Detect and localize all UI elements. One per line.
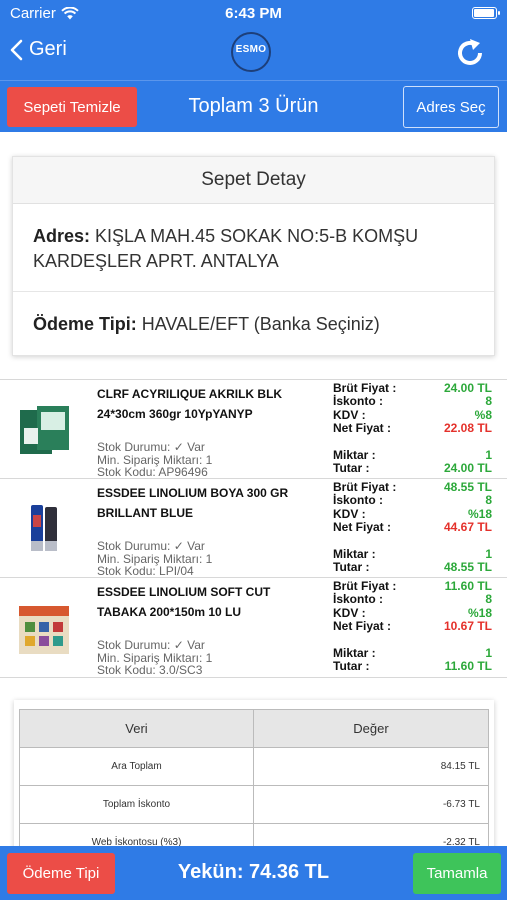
esmo-logo: ESMO xyxy=(226,29,276,75)
price-block: Brüt Fiyat :24.00 TL İskonto :8 KDV : %8 … xyxy=(333,381,492,476)
kdv-value: %18 xyxy=(467,506,492,521)
gross-price: 11.60 TL xyxy=(444,579,492,593)
product-name: ESSDEE LINOLIUM SOFT CUT TABAKA 200*150m… xyxy=(97,585,271,619)
kdv-value: %8 xyxy=(474,407,492,422)
cart-item[interactable]: ESSDEE LINOLIUM BOYA 300 GR BRILLANT BLU… xyxy=(0,478,507,578)
gross-price: 24.00 TL xyxy=(443,381,492,395)
discount-value: 8 xyxy=(485,493,492,508)
clear-cart-button[interactable]: Sepeti Temizle xyxy=(7,87,137,127)
stock-code: Stok Kodu: 3.0/SC3 xyxy=(97,663,203,677)
gross-price: 48.55 TL xyxy=(443,480,492,494)
address-value: KIŞLA MAH.45 SOKAK NO:5-B KOMŞU KARDEŞLE… xyxy=(33,226,419,271)
checkout-bar: Ödeme Tipi Yekün: 74.36 TL Tamamla xyxy=(0,846,507,900)
refresh-button[interactable] xyxy=(453,37,487,69)
net-price: 10.67 TL xyxy=(443,619,492,634)
total-key: Toplam İskonto xyxy=(19,785,254,824)
amount-label: Tutar : xyxy=(333,461,370,476)
product-meta: Stok Durumu: ✓ Var Min. Sipariş Miktarı:… xyxy=(97,639,212,677)
quantity-value: 1 xyxy=(485,646,492,661)
totals-card: Veri Değer Ara Toplam 84.15 TL Toplam İs… xyxy=(14,700,494,860)
net-price-label: Net Fiyat : xyxy=(333,421,392,436)
discount-value: 8 xyxy=(485,394,492,409)
list-divider xyxy=(0,677,507,678)
cart-item-count: Toplam 3 Ürün xyxy=(188,95,319,117)
total-key: Ara Toplam xyxy=(19,747,254,786)
totals-table: Veri Değer Ara Toplam 84.15 TL Toplam İs… xyxy=(19,709,489,860)
totals-header-row: Veri Değer xyxy=(19,709,489,748)
stock-code: Stok Kodu: LPI/04 xyxy=(97,564,194,578)
table-row: Ara Toplam 84.15 TL xyxy=(19,747,489,786)
net-price: 22.08 TL xyxy=(443,421,492,436)
net-price-label: Net Fiyat : xyxy=(333,619,392,634)
battery-icon xyxy=(472,7,500,19)
kdv-label: KDV : xyxy=(333,407,366,422)
status-bar: Carrier 6:43 PM xyxy=(0,0,507,28)
net-price: 44.67 TL xyxy=(443,520,492,535)
payment-type-value: HAVALE/EFT (Banka Seçiniz) xyxy=(141,314,380,334)
payment-type-row[interactable]: Ödeme Tipi: HAVALE/EFT (Banka Seçiniz) xyxy=(13,292,494,337)
chevron-left-icon xyxy=(10,39,23,60)
column-header-key: Veri xyxy=(19,709,254,748)
price-block: Brüt Fiyat :48.55 TL İskonto :8 KDV : %18… xyxy=(333,480,492,575)
stock-status: Stok Durumu: ✓ Var xyxy=(97,539,205,553)
status-time: 6:43 PM xyxy=(225,5,282,22)
product-name: ESSDEE LINOLIUM BOYA 300 GR BRILLANT BLU… xyxy=(97,486,289,520)
total-value: -6.73 TL xyxy=(253,785,489,824)
stock-code: Stok Kodu: AP96496 xyxy=(97,465,208,479)
stock-status: Stok Durumu: ✓ Var xyxy=(97,638,205,652)
cart-action-bar: Sepeti Temizle Toplam 3 Ürün Adres Seç xyxy=(0,80,507,132)
table-row: Toplam İskonto -6.73 TL xyxy=(19,785,489,824)
back-label: Geri xyxy=(29,38,67,60)
kdv-label: KDV : xyxy=(333,506,366,521)
amount-label: Tutar : xyxy=(333,659,370,674)
logo-text: ESMO xyxy=(235,44,267,55)
grand-total: Yekün: 74.36 TL xyxy=(177,861,330,883)
amount-label: Tutar : xyxy=(333,560,370,575)
product-meta: Stok Durumu: ✓ Var Min. Sipariş Miktarı:… xyxy=(97,540,212,578)
product-image xyxy=(19,606,69,654)
amount-value: 11.60 TL xyxy=(444,659,492,674)
quantity-value: 1 xyxy=(485,448,492,463)
net-price-label: Net Fiyat : xyxy=(333,520,392,535)
column-header-value: Değer xyxy=(253,709,489,748)
product-meta: Stok Durumu: ✓ Var Min. Sipariş Miktarı:… xyxy=(97,441,212,479)
stock-status: Stok Durumu: ✓ Var xyxy=(97,440,205,454)
complete-order-button[interactable]: Tamamla xyxy=(413,853,501,894)
cart-detail-header: Sepet Detay xyxy=(13,157,494,204)
total-value: 84.15 TL xyxy=(253,747,489,786)
refresh-icon xyxy=(458,39,482,65)
discount-value: 8 xyxy=(485,592,492,607)
cart-detail-card: Sepet Detay Adres: KIŞLA MAH.45 SOKAK NO… xyxy=(12,156,495,356)
discount-label: İskonto : xyxy=(333,394,383,409)
back-button[interactable]: Geri xyxy=(10,38,67,61)
top-bar: Carrier 6:43 PM Geri ESMO xyxy=(0,0,507,80)
amount-value: 48.55 TL xyxy=(443,560,492,575)
kdv-value: %18 xyxy=(467,605,492,620)
product-name: CLRF ACYRILIQUE AKRILK BLK 24*30cm 360gr… xyxy=(97,387,283,421)
discount-label: İskonto : xyxy=(333,592,383,607)
select-address-button[interactable]: Adres Seç xyxy=(403,86,499,128)
discount-label: İskonto : xyxy=(333,493,383,508)
quantity-label: Miktar : xyxy=(333,547,376,562)
address-row[interactable]: Adres: KIŞLA MAH.45 SOKAK NO:5-B KOMŞU K… xyxy=(13,204,494,292)
product-image xyxy=(20,406,69,454)
cart-item[interactable]: ESSDEE LINOLIUM SOFT CUT TABAKA 200*150m… xyxy=(0,577,507,677)
price-block: Brüt Fiyat :11.60 TL İskonto :8 KDV : %18… xyxy=(333,579,492,674)
payment-type-button[interactable]: Ödeme Tipi xyxy=(7,853,115,894)
quantity-label: Miktar : xyxy=(333,448,376,463)
product-image xyxy=(31,505,57,551)
amount-value: 24.00 TL xyxy=(443,461,492,476)
quantity-label: Miktar : xyxy=(333,646,376,661)
kdv-label: KDV : xyxy=(333,605,366,620)
cart-item[interactable]: CLRF ACYRILIQUE AKRILK BLK 24*30cm 360gr… xyxy=(0,379,507,479)
quantity-value: 1 xyxy=(485,547,492,562)
payment-type-label: Ödeme Tipi: xyxy=(33,314,137,334)
address-label: Adres: xyxy=(33,226,91,246)
